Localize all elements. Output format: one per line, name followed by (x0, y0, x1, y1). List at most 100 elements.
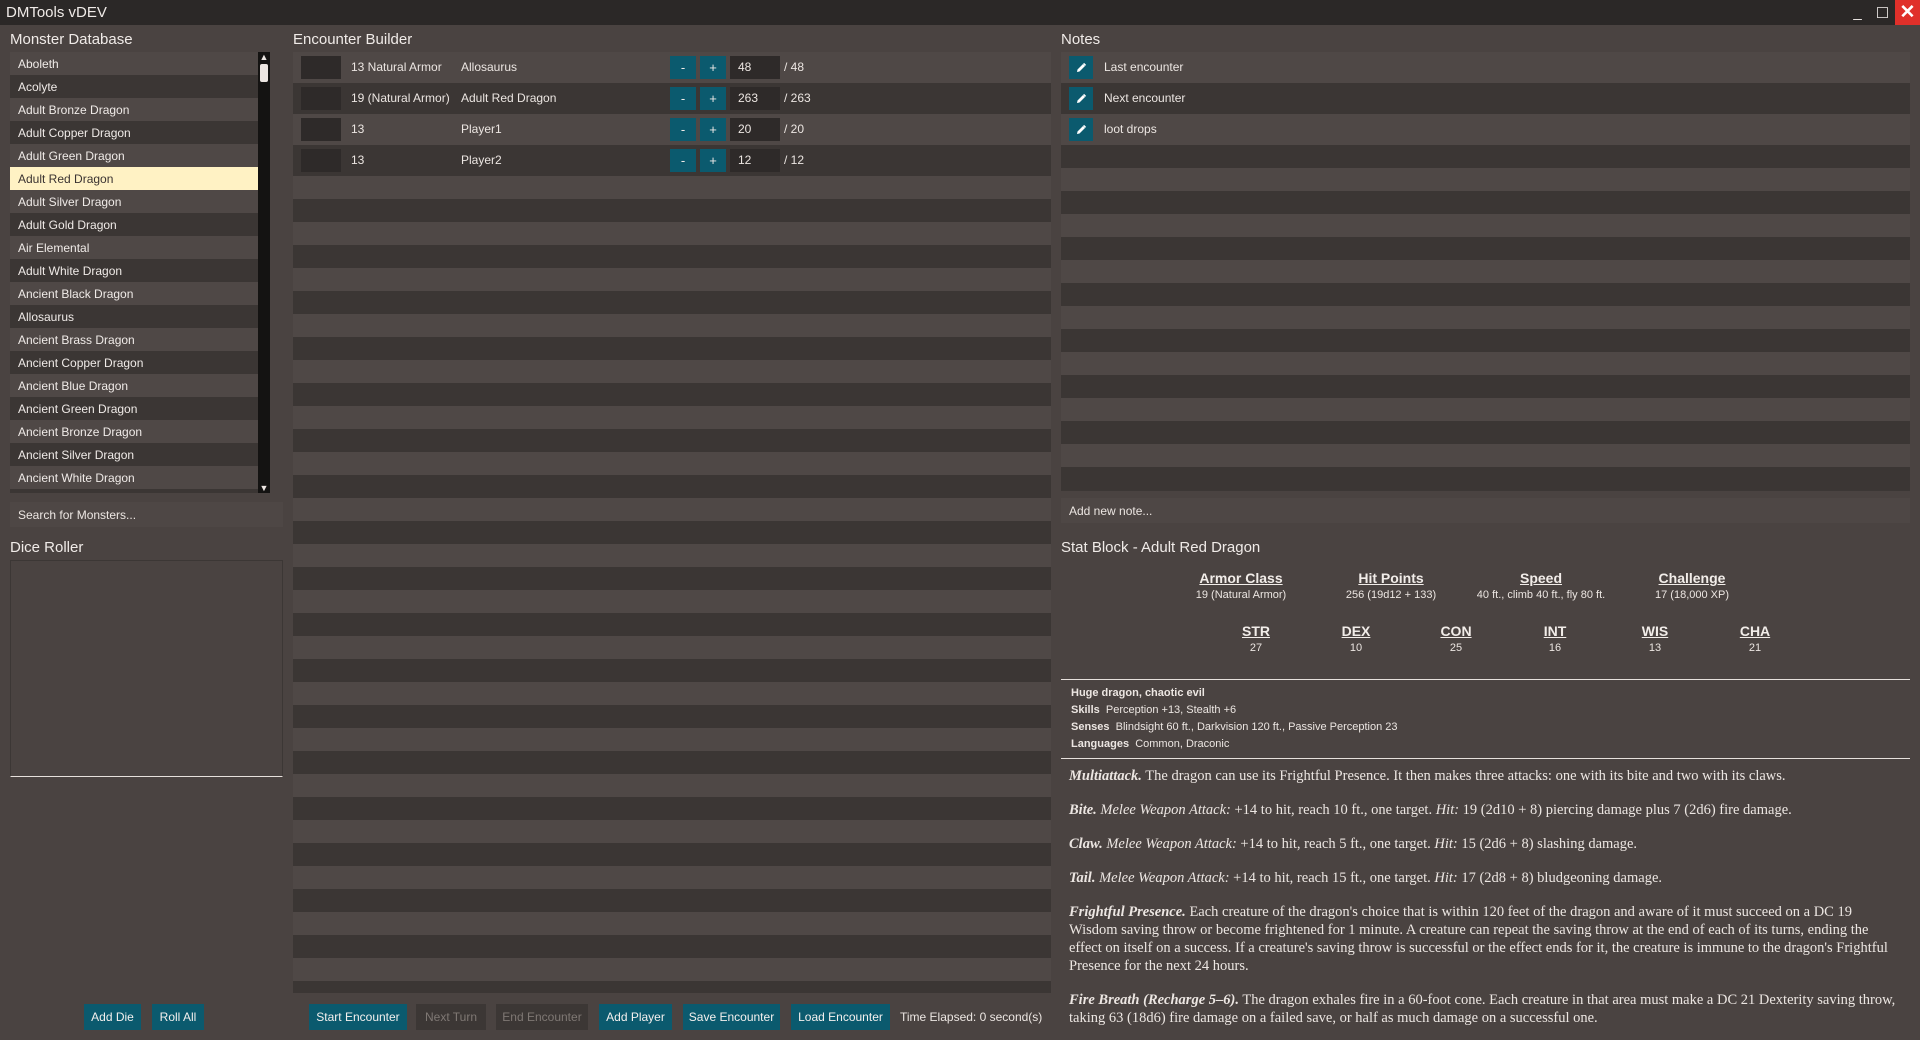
app-title: DMTools vDEV (6, 4, 107, 21)
hp-current-input[interactable]: 263 (730, 87, 780, 110)
note-empty-row (1061, 168, 1910, 191)
add-note-input[interactable] (1061, 498, 1910, 523)
hp-current-input[interactable]: 20 (730, 118, 780, 141)
roll-all-button[interactable]: Roll All (152, 1004, 204, 1030)
hp-plus-button[interactable]: + (700, 56, 726, 79)
dice-roller-title: Dice Roller (10, 539, 84, 556)
load-encounter-button[interactable]: Load Encounter (791, 1004, 890, 1030)
note-empty-row (1061, 306, 1910, 329)
encounter-empty-row (293, 636, 1051, 659)
monster-list-item[interactable]: Adult Gold Dragon (10, 213, 269, 236)
monster-list-item[interactable]: Ancient Gold D (10, 489, 269, 493)
hp-minus-button[interactable]: - (670, 87, 696, 110)
monster-list-item[interactable]: Ancient Black Dragon (10, 282, 269, 305)
hit-points-block: Hit Points 256 (19d12 + 133) (1311, 570, 1471, 601)
monster-list-item[interactable]: Adult Copper Dragon (10, 121, 269, 144)
encounter-list[interactable]: 13 Natural Armor Allosaurus - +48/ 48 19 (Na… (293, 52, 1051, 993)
close-button[interactable]: ✕ (1895, 0, 1920, 25)
note-item[interactable]: Last encounter (1061, 52, 1910, 83)
hit-points-value: 256 (19d12 + 133) (1345, 589, 1437, 601)
monster-list-item[interactable]: Ancient Silver Dragon (10, 443, 269, 466)
scroll-down-icon[interactable]: ▼ (258, 483, 270, 493)
initiative-input[interactable] (301, 56, 341, 79)
note-text: Last encounter (1104, 60, 1184, 74)
note-empty-row (1061, 398, 1910, 421)
hp-minus-button[interactable]: - (670, 56, 696, 79)
monster-list-item[interactable]: Ancient Bronze Dragon (10, 420, 269, 443)
initiative-input[interactable] (301, 118, 341, 141)
note-empty-row (1061, 214, 1910, 237)
monster-search-input[interactable] (10, 502, 283, 527)
hp-plus-button[interactable]: + (700, 149, 726, 172)
cha-block: CHA 21 (1715, 623, 1795, 654)
action-multiattack: Multiattack. The dragon can use its Frig… (1069, 768, 1786, 784)
monster-list-item[interactable]: Aboleth (10, 52, 269, 75)
edit-pencil-icon[interactable] (1069, 56, 1093, 79)
str-value: 27 (1249, 642, 1263, 654)
encounter-empty-row (293, 406, 1051, 429)
monster-list[interactable]: Aboleth Acolyte Adult Bronze Dragon Adult C… (10, 52, 270, 493)
edit-pencil-icon[interactable] (1069, 87, 1093, 110)
encounter-row[interactable]: 13 Natural Armor Allosaurus - +48 / 48 (293, 52, 1051, 83)
monster-list-item[interactable]: Adult Green Dragon (10, 144, 269, 167)
monster-list-item[interactable]: Adult White Dragon (10, 259, 269, 282)
monster-list-item[interactable]: Adult Red Dragon (10, 167, 269, 190)
start-encounter-button[interactable]: Start Encounter (309, 1004, 407, 1030)
str-block: STR 27 (1216, 623, 1296, 654)
hp-minus-button[interactable]: - (670, 149, 696, 172)
monster-list-item[interactable]: Allosaurus (10, 305, 269, 328)
maximize-button[interactable]: ☐ (1870, 0, 1895, 25)
monster-list-item[interactable]: Air Elemental (10, 236, 269, 259)
note-item[interactable]: loot drops (1061, 114, 1910, 145)
encounter-empty-row (293, 659, 1051, 682)
monster-list-item[interactable]: Adult Bronze Dragon (10, 98, 269, 121)
action-bite: Bite. Melee Weapon Attack: +14 to hit, r… (1069, 802, 1792, 818)
note-text: loot drops (1104, 122, 1157, 136)
scroll-thumb[interactable] (260, 64, 268, 82)
add-die-button[interactable]: Add Die (84, 1004, 141, 1030)
senses-line: Senses Blindsight 60 ft., Darkvision 120… (1071, 721, 1398, 733)
encounter-row[interactable]: 19 (Natural Armor) Adult Red Dragon - +263 /… (293, 83, 1051, 114)
encounter-row[interactable]: 13 Player2 - +12 / 12 (293, 145, 1051, 176)
initiative-input[interactable] (301, 149, 341, 172)
wis-label: WIS (1641, 623, 1669, 639)
notes-list[interactable]: Last encounter Next encounter loot drops (1061, 52, 1910, 491)
hp-plus-button[interactable]: + (700, 118, 726, 141)
initiative-input[interactable] (301, 87, 341, 110)
hp-current-input[interactable]: 12 (730, 149, 780, 172)
challenge-label: Challenge (1658, 570, 1726, 586)
note-item[interactable]: Next encounter (1061, 83, 1910, 114)
languages-line: Languages Common, Draconic (1071, 738, 1229, 750)
encounter-row[interactable]: 13 Player1 - +20 / 20 (293, 114, 1051, 145)
encounter-empty-row (293, 199, 1051, 222)
monster-list-scrollbar[interactable]: ▲ ▼ (258, 52, 270, 493)
note-text: Next encounter (1104, 91, 1186, 105)
monster-list-item[interactable]: Acolyte (10, 75, 269, 98)
speed-block: Speed 40 ft., climb 40 ft., fly 80 ft. (1461, 570, 1621, 601)
hp-minus-button[interactable]: - (670, 118, 696, 141)
armor-class-text: 13 (351, 122, 365, 136)
monster-list-item[interactable]: Ancient White Dragon (10, 466, 269, 489)
minimize-button[interactable]: _ (1845, 0, 1870, 25)
challenge-block: Challenge 17 (18,000 XP) (1612, 570, 1772, 601)
dex-value: 10 (1349, 642, 1363, 654)
dex-label: DEX (1341, 623, 1371, 639)
skills-line: Skills Perception +13, Stealth +6 (1071, 704, 1236, 716)
monster-list-item[interactable]: Ancient Brass Dragon (10, 328, 269, 351)
save-encounter-button[interactable]: Save Encounter (683, 1004, 780, 1030)
hp-current-input[interactable]: 48 (730, 56, 780, 79)
scroll-up-icon[interactable]: ▲ (258, 52, 270, 62)
end-encounter-button[interactable]: End Encounter (496, 1004, 588, 1030)
monster-database-title: Monster Database (10, 31, 133, 48)
encounter-empty-row (293, 820, 1051, 843)
next-turn-button[interactable]: Next Turn (416, 1004, 486, 1030)
skills-label: Skills (1071, 704, 1100, 716)
monster-list-item[interactable]: Ancient Copper Dragon (10, 351, 269, 374)
add-player-button[interactable]: Add Player (599, 1004, 672, 1030)
armor-class-text: 13 (351, 153, 365, 167)
hp-plus-button[interactable]: + (700, 87, 726, 110)
edit-pencil-icon[interactable] (1069, 118, 1093, 141)
monster-list-item[interactable]: Ancient Green Dragon (10, 397, 269, 420)
monster-list-item[interactable]: Adult Silver Dragon (10, 190, 269, 213)
monster-list-item[interactable]: Ancient Blue Dragon (10, 374, 269, 397)
